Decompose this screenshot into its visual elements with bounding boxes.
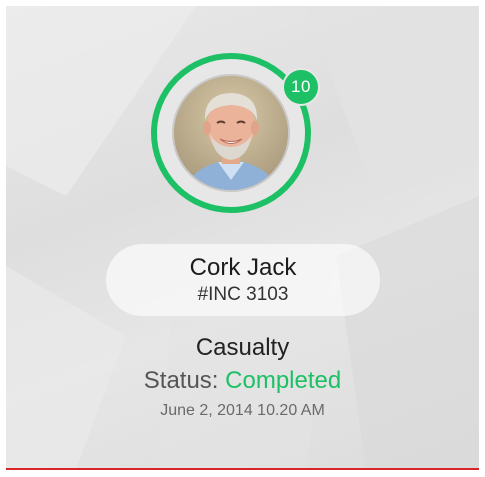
incident-datetime: June 2, 2014 10.20 AM bbox=[160, 402, 325, 419]
status-value: Completed bbox=[225, 367, 342, 394]
incident-category: Casualty bbox=[195, 334, 290, 361]
avatar[interactable] bbox=[172, 74, 290, 192]
incident-id: #INC 3103 bbox=[197, 284, 289, 305]
bottom-divider bbox=[6, 468, 479, 470]
notification-count-badge: 10 bbox=[282, 68, 320, 106]
status-line: Status: Completed bbox=[0, 366, 485, 396]
name-pill: Cork Jack #INC 3103 bbox=[106, 244, 380, 316]
person-photo-icon bbox=[174, 76, 288, 190]
status-label: Status: bbox=[143, 367, 219, 394]
person-name: Cork Jack bbox=[189, 254, 297, 281]
